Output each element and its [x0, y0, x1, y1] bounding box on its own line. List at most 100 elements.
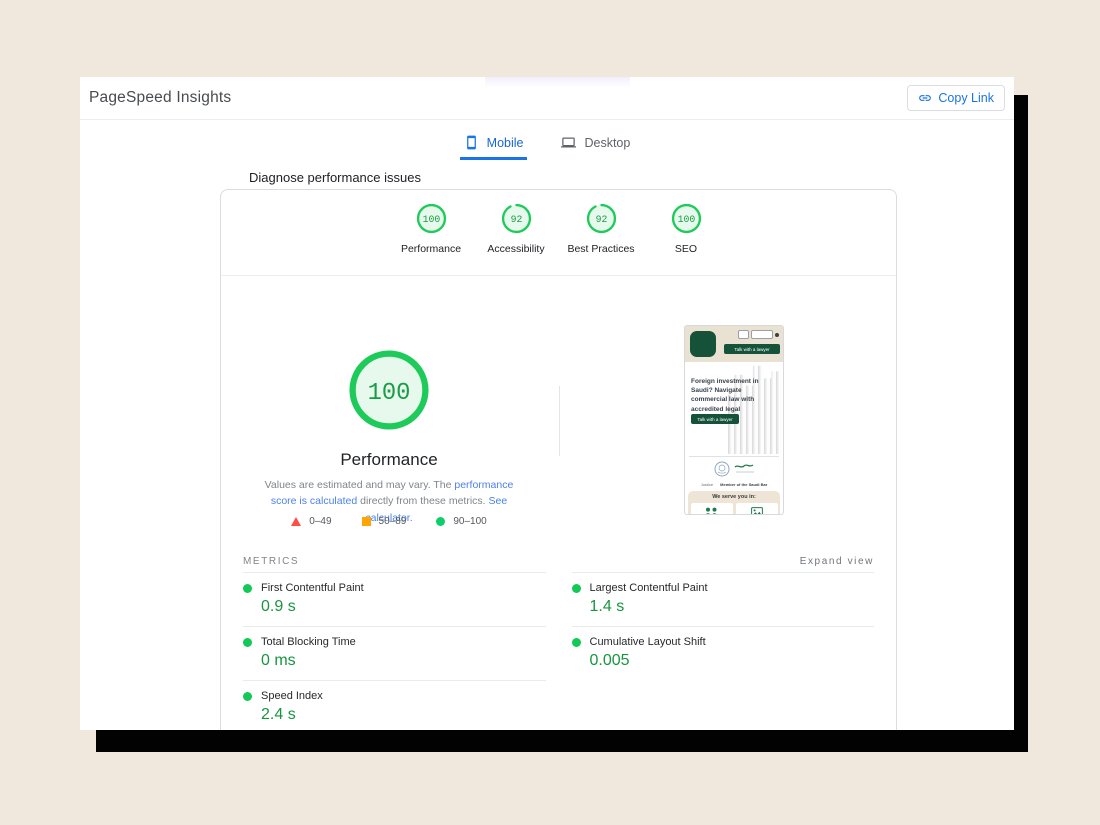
thumb-serve-card-people	[690, 503, 733, 514]
thumb-serve-cards	[688, 503, 780, 514]
svg-text:100: 100	[422, 214, 440, 225]
metric-cumulative-layout-shift: Cumulative Layout Shift 0.005	[571, 626, 874, 680]
thumb-emblem-row: Justice Member of the Saudi Bar	[685, 457, 783, 489]
report-card: 100 Performance 92 Accessibility 92 Best…	[220, 189, 897, 730]
description-text: directly from these metrics.	[357, 495, 489, 508]
panel-header: PageSpeed Insights Copy Link	[80, 77, 1014, 120]
page-title: PageSpeed Insights	[89, 89, 232, 106]
thumb-caption-left: Justice	[700, 482, 714, 487]
category-accessibility[interactable]: 92 Accessibility	[474, 203, 559, 275]
metric-pass-dot-icon	[571, 637, 581, 647]
svg-text:92: 92	[595, 214, 607, 225]
description-text: Values are estimated and may vary. The	[264, 479, 455, 491]
expand-view-link[interactable]: Expand view	[800, 556, 874, 567]
thumb-site-logo	[690, 331, 716, 357]
score-gauge: 100	[349, 350, 429, 430]
page-screenshot-thumbnail[interactable]: Talk with a lawyer Foreign investment in…	[684, 325, 784, 515]
metrics-column-left: First Contentful Paint 0.9 s Total Block…	[243, 572, 546, 730]
thumb-caption: Justice Member of the Saudi Bar	[685, 482, 783, 487]
metrics-header: METRICS Expand view	[221, 546, 896, 572]
legend-range: 90–100	[453, 516, 487, 527]
thumb-header-cta: Talk with a lawyer	[724, 344, 780, 354]
metrics-columns: First Contentful Paint 0.9 s Total Block…	[221, 572, 896, 730]
thumb-zoom-controls	[751, 330, 773, 339]
metric-label: Cumulative Layout Shift	[589, 636, 706, 648]
score-gauge: 92	[501, 203, 531, 234]
thumb-menu-dot	[775, 332, 779, 337]
legend-range: 0–49	[309, 516, 332, 527]
thumb-search-control	[738, 330, 749, 339]
vertical-divider	[559, 386, 560, 456]
thumb-serve-title: We serve you in:	[712, 494, 756, 500]
metric-total-blocking-time: Total Blocking Time 0 ms	[243, 626, 546, 680]
score-gauge: 92	[586, 203, 616, 234]
metric-pass-dot-icon	[243, 637, 252, 647]
metric-pass-dot-icon	[571, 583, 581, 593]
svg-text:92: 92	[510, 214, 522, 225]
category-scores-row: 100 Performance 92 Accessibility 92 Best…	[221, 190, 896, 276]
thumb-serve-panel: We serve you in:	[688, 491, 780, 514]
category-label: Performance	[400, 243, 462, 255]
metric-value: 0.9 s	[261, 598, 296, 615]
metric-largest-contentful-paint: Largest Contentful Paint 1.4 s	[571, 572, 874, 626]
metric-label: Total Blocking Time	[261, 636, 356, 648]
metric-label: Speed Index	[261, 690, 323, 702]
mobile-phone-icon	[466, 135, 476, 150]
legend-range: 50–89	[378, 516, 407, 527]
score-gauge: 100	[416, 203, 446, 234]
tab-desktop-label: Desktop	[584, 135, 631, 150]
pagespeed-panel: PageSpeed Insights Copy Link Mobile Desk…	[80, 77, 1014, 730]
legend-average-square-icon	[361, 517, 371, 526]
category-performance[interactable]: 100 Performance	[389, 203, 474, 275]
metrics-heading: METRICS	[243, 556, 300, 567]
metric-value: 1.4 s	[589, 598, 625, 615]
thumb-header-controls	[738, 330, 779, 339]
tab-mobile-label: Mobile	[486, 135, 524, 150]
thumb-hero: Foreign investment in Saudi? Navigate co…	[685, 362, 783, 456]
diagnose-label: Diagnose performance issues	[249, 169, 421, 185]
legend-fail-triangle-icon	[291, 517, 302, 526]
metric-pass-dot-icon	[243, 691, 252, 701]
desktop-laptop-icon	[561, 137, 577, 148]
category-label: Accessibility	[487, 243, 545, 255]
performance-title: Performance	[340, 450, 438, 469]
diagnose-radio[interactable]	[220, 169, 236, 185]
svg-text:100: 100	[677, 214, 695, 225]
metric-value: 2.4 s	[261, 706, 296, 723]
legend-item: 50–89	[361, 516, 407, 527]
category-label: Best Practices	[567, 243, 635, 255]
link-icon	[919, 95, 932, 101]
metric-value: 0.005	[589, 652, 630, 669]
metric-value: 0 ms	[261, 652, 296, 669]
thumb-site-header: Talk with a lawyer	[685, 326, 783, 362]
device-tabs: Mobile Desktop	[80, 133, 1014, 160]
performance-section: 100 Performance Values are estimated and…	[221, 276, 896, 546]
metric-speed-index: Speed Index 2.4 s	[243, 680, 546, 730]
svg-text:100: 100	[368, 380, 411, 407]
thumb-bar-association-emblem	[714, 461, 754, 477]
score-gauge: 100	[671, 203, 701, 234]
diagnose-row: Diagnose performance issues	[220, 169, 1014, 185]
category-seo[interactable]: 100 SEO	[644, 203, 729, 275]
score-legend: 0–49 50–89 90–100	[264, 516, 514, 527]
thumb-serve-card-image	[735, 503, 778, 514]
metrics-column-right: Largest Contentful Paint 1.4 s Cumulativ…	[571, 572, 874, 730]
legend-pass-circle-icon	[436, 517, 446, 526]
metric-label: Largest Contentful Paint	[589, 582, 708, 594]
tab-desktop[interactable]: Desktop	[557, 133, 634, 160]
metric-first-contentful-paint: First Contentful Paint 0.9 s	[243, 572, 546, 626]
thumb-caption-right: Member of the Saudi Bar	[720, 482, 768, 487]
metric-label: First Contentful Paint	[261, 582, 364, 594]
image-icon	[750, 507, 763, 514]
thumb-hero-cta: Talk with a lawyer	[691, 414, 739, 424]
category-best-practices[interactable]: 92 Best Practices	[559, 203, 644, 275]
legend-item: 0–49	[291, 516, 332, 527]
copy-link-button[interactable]: Copy Link	[907, 85, 1005, 111]
tab-mobile[interactable]: Mobile	[459, 133, 528, 160]
legend-item: 90–100	[436, 516, 487, 527]
performance-gauge[interactable]: 100	[347, 348, 431, 437]
copy-link-label: Copy Link	[938, 91, 994, 105]
category-label: SEO	[674, 243, 698, 255]
people-icon	[705, 507, 717, 514]
metric-pass-dot-icon	[243, 583, 252, 593]
